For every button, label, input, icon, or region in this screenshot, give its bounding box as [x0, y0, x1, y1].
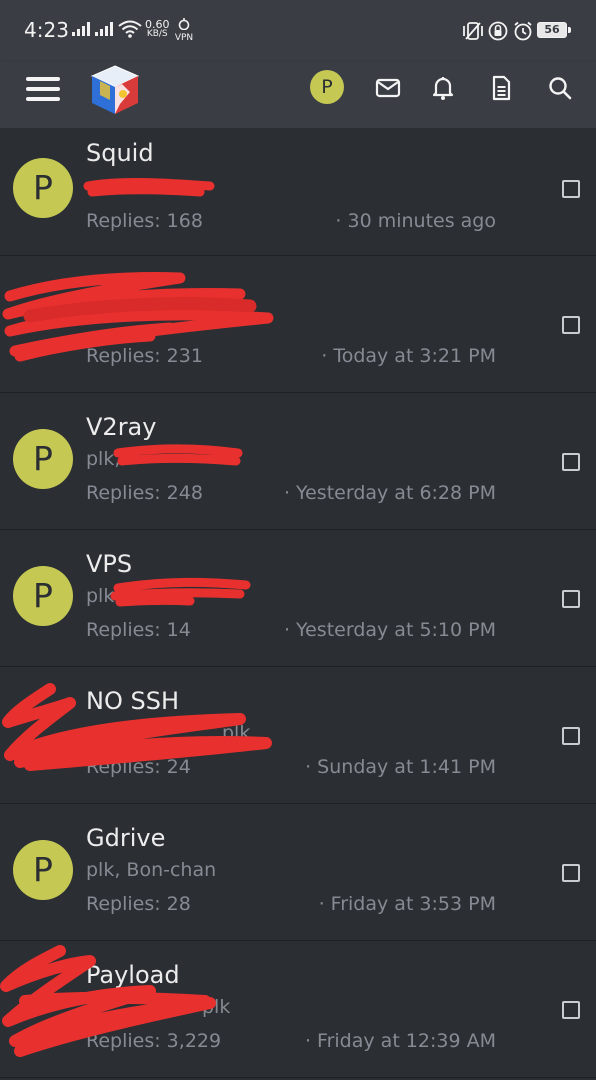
thread-replies: Replies: 24	[86, 756, 191, 778]
thread-list: P Squid Replies: 168 · 30 minutes ago Re…	[0, 128, 596, 1078]
thread-row[interactable]: Replies: 231 · Today at 3:21 PM	[0, 256, 596, 393]
wifi-icon	[118, 20, 142, 38]
thread-time: · Yesterday at 5:10 PM	[283, 619, 496, 641]
thread-time: · Friday at 3:53 PM	[318, 893, 496, 915]
thread-title[interactable]: Squid	[86, 139, 154, 167]
redaction-scribble	[2, 272, 274, 362]
thread-replies: Replies: 28	[86, 893, 191, 915]
search-icon[interactable]	[547, 75, 573, 101]
user-avatar[interactable]: P	[310, 70, 344, 104]
thread-title[interactable]: Payload	[86, 961, 180, 989]
thread-time: · Yesterday at 6:28 PM	[283, 482, 496, 504]
app-bar: P	[0, 62, 596, 128]
thread-title[interactable]: VPS	[86, 550, 132, 578]
thread-title[interactable]: Gdrive	[86, 824, 165, 852]
rotation-lock-icon	[488, 21, 508, 41]
status-bar: 4:23 0.60 KB/S VPN 56	[0, 0, 596, 62]
battery-icon: 56	[537, 22, 571, 38]
thread-participants: plk,	[86, 585, 121, 607]
thread-row[interactable]: NO SSH plk Replies: 24 · Sunday at 1:41 …	[0, 667, 596, 804]
thread-row[interactable]: P VPS plk, Replies: 14 · Yesterday at 5:…	[0, 530, 596, 667]
alarm-icon	[514, 21, 532, 41]
thread-avatar: P	[13, 429, 73, 489]
thread-time: · 30 minutes ago	[335, 210, 496, 232]
status-time: 4:23	[24, 18, 69, 42]
thread-avatar: P	[13, 566, 73, 626]
vpn-indicator: VPN	[174, 18, 194, 43]
thread-participants: plk	[202, 996, 231, 1018]
thread-replies: Replies: 14	[86, 619, 191, 641]
thread-replies: Replies: 231	[86, 345, 203, 367]
thread-row[interactable]: Payload plk Replies: 3,229 · Friday at 1…	[0, 941, 596, 1078]
app-logo[interactable]	[86, 62, 144, 118]
mail-icon[interactable]	[375, 75, 401, 101]
thread-checkbox[interactable]	[562, 453, 580, 471]
network-speed: 0.60 KB/S	[145, 19, 170, 39]
thread-title[interactable]: NO SSH	[86, 687, 179, 715]
thread-checkbox[interactable]	[562, 590, 580, 608]
thread-avatar: P	[13, 840, 73, 900]
thread-row[interactable]: P V2ray plk, Replies: 248 · Yesterday at…	[0, 393, 596, 530]
thread-replies: Replies: 248	[86, 482, 203, 504]
document-icon[interactable]	[488, 75, 514, 101]
thread-checkbox[interactable]	[562, 864, 580, 882]
thread-time: · Friday at 12:39 AM	[304, 1030, 496, 1052]
thread-replies: Replies: 3,229	[86, 1030, 222, 1052]
vpn-label: VPN	[174, 33, 194, 43]
thread-checkbox[interactable]	[562, 316, 580, 334]
thread-participants: plk, Bon-chan	[86, 859, 217, 881]
thread-replies: Replies: 168	[86, 210, 203, 232]
thread-checkbox[interactable]	[562, 1001, 580, 1019]
speed-unit: KB/S	[146, 29, 168, 39]
thread-time: · Sunday at 1:41 PM	[305, 756, 496, 778]
thread-title[interactable]: V2ray	[86, 413, 156, 441]
vibrate-icon	[463, 22, 483, 40]
thread-row[interactable]: P Gdrive plk, Bon-chan Replies: 28 · Fri…	[0, 804, 596, 941]
thread-avatar: P	[13, 158, 73, 218]
thread-checkbox[interactable]	[562, 727, 580, 745]
signal-1-icon	[72, 22, 90, 36]
thread-checkbox[interactable]	[562, 180, 580, 198]
thread-time: · Today at 3:21 PM	[321, 345, 496, 367]
bell-icon[interactable]	[430, 75, 456, 101]
thread-participants: plk	[222, 722, 251, 744]
signal-2-icon	[95, 22, 113, 36]
menu-icon[interactable]	[26, 71, 62, 107]
thread-participants: plk,	[86, 448, 121, 470]
thread-row[interactable]: P Squid Replies: 168 · 30 minutes ago	[0, 128, 596, 256]
vpn-key-icon	[178, 18, 190, 31]
